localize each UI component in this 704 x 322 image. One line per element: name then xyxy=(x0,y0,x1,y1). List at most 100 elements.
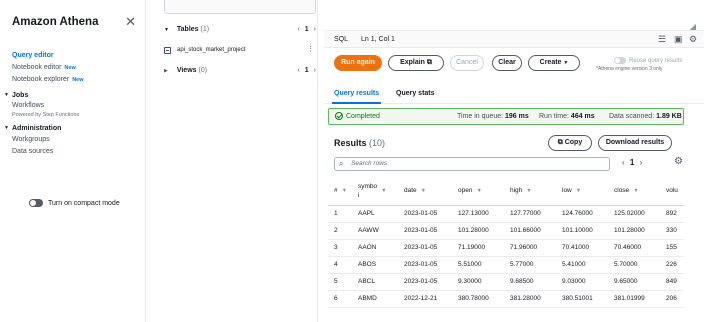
new-badge: New xyxy=(72,77,84,83)
sort-caret-icon[interactable]: ▼ xyxy=(342,188,347,194)
nav-item-label: Notebook explorer xyxy=(12,76,70,83)
more-options-icon[interactable]: ⋮ xyxy=(307,45,314,53)
column-header[interactable]: high ▼ xyxy=(504,177,556,206)
data-scanned: Data scanned: 1.89 KB xyxy=(609,113,682,120)
table-row[interactable]: 3 AAON 2023-01-05 71.19000 71.96000 70.41000 7… xyxy=(328,239,684,257)
table-row[interactable]: 5 ABCL 2023-01-05 9.30000 9.68500 9.03000 9.65… xyxy=(328,273,684,291)
table-row[interactable]: 2 AAWW 2023-01-05 101.28000 101.66000 101.100… xyxy=(328,222,684,240)
column-header[interactable]: close ▼ xyxy=(608,177,660,206)
nav-item-query-editor[interactable]: Query editor xyxy=(12,50,142,62)
cancel-button[interactable]: Cancel xyxy=(450,55,484,71)
table-cell: 381.28000 xyxy=(504,290,556,308)
table-cell: 849 xyxy=(660,273,684,291)
table-cell: 70.41000 xyxy=(556,239,608,257)
table-cell: 9.30000 xyxy=(452,273,504,291)
create-dropdown-button[interactable]: Create ▼ xyxy=(528,55,580,71)
table-row[interactable]: 4 ABOS 2023-01-05 5.51000 5.77000 5.41000 5.70… xyxy=(328,256,684,274)
column-header[interactable]: open ▼ xyxy=(452,177,504,206)
column-header[interactable]: low ▼ xyxy=(556,177,608,206)
tables-panel: ▼ Tables (1) ‹ 1 › api_stock_market_proj… xyxy=(158,0,318,322)
toggle-switch[interactable] xyxy=(29,199,43,207)
compact-mode-toggle[interactable]: Turn on compact mode xyxy=(29,199,120,207)
sort-caret-icon[interactable]: ▼ xyxy=(526,188,531,194)
run-time-value: 464 ms xyxy=(570,113,595,120)
chevron-right-icon[interactable]: › xyxy=(314,26,316,33)
language-label: SQL xyxy=(334,36,349,43)
query-editor-main: ◢ SQL Ln 1, Col 1 ☰ ▣ ⚙ Run again Explai… xyxy=(324,0,704,322)
search-placeholder: Search rows xyxy=(351,160,388,167)
reuse-toggle-switch[interactable] xyxy=(614,57,626,64)
table-cell: 2023-01-05 xyxy=(398,239,452,257)
table-cell: 226 xyxy=(660,256,684,274)
fullscreen-icon[interactable]: ▣ xyxy=(674,34,683,45)
tables-section-header[interactable]: ▼ Tables (1) ‹ 1 › xyxy=(164,26,316,38)
nav-item-label: Workflows xyxy=(12,102,45,109)
check-circle-icon xyxy=(335,112,343,120)
compact-mode-label: Turn on compact mode xyxy=(48,199,120,207)
run-again-button[interactable]: Run again xyxy=(334,55,382,71)
reuse-toggle-row[interactable]: Reuse query results xyxy=(592,57,702,64)
chevron-left-icon[interactable]: ‹ xyxy=(622,158,625,167)
search-rows-input[interactable]: ⌕ Search rows xyxy=(334,157,610,171)
sort-caret-icon[interactable]: ▼ xyxy=(576,188,581,194)
explain-button[interactable]: Explain ⧉ xyxy=(388,55,444,71)
table-cell: 9.65000 xyxy=(608,273,660,291)
query-status-banner: Completed Time in queue: 196 ms Run time… xyxy=(328,108,684,125)
results-page-number[interactable]: 1 xyxy=(630,158,634,167)
engine-version-note: *Athena engine version 3 only xyxy=(596,66,663,72)
sort-caret-icon[interactable]: ▼ xyxy=(633,188,638,194)
column-header-label: symbo i xyxy=(358,182,378,199)
nav-item-label: Data sources xyxy=(12,148,54,155)
tables-page-number[interactable]: 1 xyxy=(305,26,309,33)
views-section-header[interactable]: ▶ Views (0) ‹ 1 › xyxy=(164,67,316,79)
table-preferences-gear-icon[interactable]: ⚙ xyxy=(674,156,683,167)
section-label: Administration xyxy=(12,125,62,132)
run-time: Run time: 464 ms xyxy=(539,113,595,120)
column-header[interactable]: volu xyxy=(660,177,684,206)
close-icon[interactable]: ✕ xyxy=(125,14,136,30)
nav-item-workgroups[interactable]: Workgroups xyxy=(12,134,142,146)
nav-section-administration[interactable]: ▼ Administration xyxy=(4,122,142,134)
format-icon[interactable]: ☰ xyxy=(658,34,666,45)
chevron-right-icon[interactable]: › xyxy=(314,67,316,74)
views-label: Views xyxy=(176,67,197,74)
tab-query-stats[interactable]: Query stats xyxy=(396,90,435,97)
table-cell: 206 xyxy=(660,290,684,308)
caret-down-icon: ▼ xyxy=(4,92,9,98)
nav-item-data-sources[interactable]: Data sources xyxy=(12,146,142,158)
status-completed: Completed xyxy=(335,112,380,120)
clear-button[interactable]: Clear xyxy=(492,55,522,71)
column-header[interactable]: date ▼ xyxy=(398,177,452,206)
table-cell: 1 xyxy=(328,205,352,223)
table-cell: AAPL xyxy=(352,205,398,223)
sort-caret-icon[interactable]: ▼ xyxy=(421,188,426,194)
sort-caret-icon[interactable]: ▼ xyxy=(381,188,386,194)
table-row[interactable]: 6 ABMD 2022-12-21 380.78000 381.28000 380.510… xyxy=(328,290,684,308)
table-cell: AAWW xyxy=(352,222,398,240)
copy-icon: ⧉ xyxy=(557,139,563,146)
download-results-button[interactable]: Download results xyxy=(598,135,672,151)
chevron-left-icon[interactable]: ‹ xyxy=(298,26,300,33)
chevron-right-icon[interactable]: › xyxy=(640,158,643,167)
sort-caret-icon[interactable]: ▼ xyxy=(476,188,481,194)
table-item[interactable]: api_stock_market_project ⋮ xyxy=(164,45,316,55)
views-page-number[interactable]: 1 xyxy=(305,67,309,74)
column-header[interactable]: symbo i▼ xyxy=(352,177,398,206)
nav-item-workflows[interactable]: Workflows xyxy=(12,101,142,111)
copy-button[interactable]: ⧉ Copy xyxy=(548,135,592,151)
chevron-left-icon[interactable]: ‹ xyxy=(298,67,300,74)
column-header-label: close xyxy=(614,187,630,195)
column-header[interactable]: # ▼ xyxy=(328,177,352,206)
settings-gear-icon[interactable]: ⚙ xyxy=(689,34,697,45)
table-row[interactable]: 1 AAPL 2023-01-05 127.13000 127.77000 124.760… xyxy=(328,205,684,223)
caret-down-icon: ▼ xyxy=(164,27,169,33)
nav-item-notebook-editor[interactable]: Notebook editor New xyxy=(12,62,142,74)
nav-item-notebook-explorer[interactable]: Notebook explorer New xyxy=(12,74,142,86)
nav-section-jobs[interactable]: ▼ Jobs xyxy=(4,89,142,101)
tab-query-results[interactable]: Query results xyxy=(331,90,382,104)
table-cell: 101.28000 xyxy=(452,222,504,240)
table-cell: ABCL xyxy=(352,273,398,291)
column-header-label: date xyxy=(404,187,417,195)
database-select[interactable] xyxy=(164,0,316,14)
results-table: # ▼ symbo i▼ date ▼ open ▼ high ▼ low ▼ close ▼ volu … xyxy=(328,177,684,308)
